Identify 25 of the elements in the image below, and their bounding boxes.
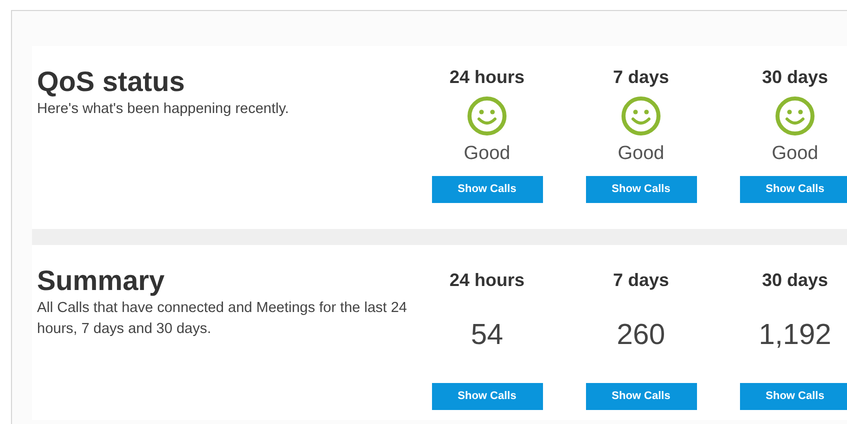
smiley-icon — [466, 96, 507, 136]
section-title: QoS status — [37, 65, 186, 99]
show-calls-button[interactable]: Show Calls — [586, 176, 696, 203]
period-heading: 7 days — [612, 66, 670, 89]
period-heading: 30 days — [762, 66, 828, 89]
show-calls-button[interactable]: Show Calls — [432, 383, 542, 410]
status-label: Good — [618, 142, 664, 166]
section-title: Summary — [37, 264, 166, 298]
call-count: 54 — [470, 318, 504, 353]
status-label: Good — [464, 142, 510, 166]
smiley-icon — [774, 96, 815, 136]
period-heading: 24 hours — [449, 269, 525, 292]
show-calls-button[interactable]: Show Calls — [586, 383, 696, 410]
call-count: 260 — [616, 318, 666, 353]
show-calls-button[interactable]: Show Calls — [740, 383, 847, 410]
section-description: Here's what's been happening recently. — [37, 100, 290, 119]
period-heading: 24 hours — [449, 66, 525, 89]
period-heading: 7 days — [612, 269, 670, 292]
status-label: Good — [772, 142, 818, 166]
show-calls-button[interactable]: Show Calls — [740, 176, 847, 203]
period-heading: 30 days — [762, 269, 828, 292]
smiley-icon — [620, 96, 661, 136]
call-count: 1,192 — [758, 318, 832, 353]
show-calls-button[interactable]: Show Calls — [432, 176, 542, 203]
section-description: All Calls that have connected and Meetings for the last 24 hours, 7 days and 30 days. — [37, 299, 407, 339]
